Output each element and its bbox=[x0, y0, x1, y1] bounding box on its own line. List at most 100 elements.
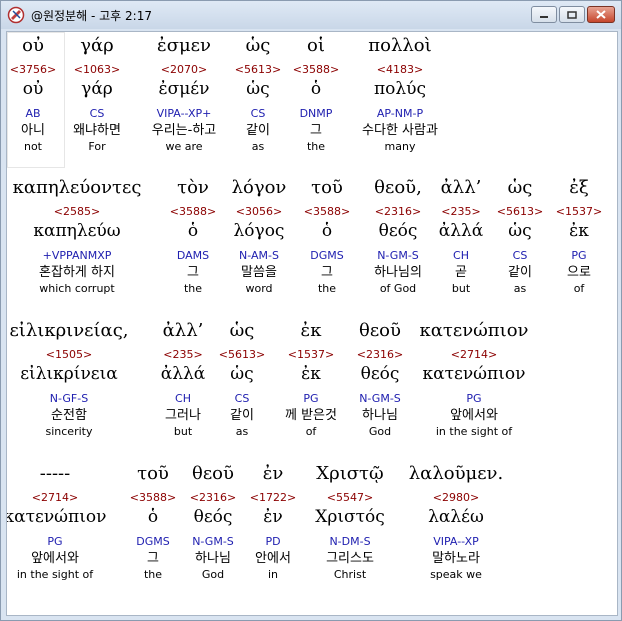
word-cell[interactable]: τοῦ <3588> ὁ DGMS 그 the bbox=[123, 462, 183, 582]
morph-code: CS bbox=[512, 249, 528, 262]
korean-gloss: 안에서 bbox=[255, 551, 291, 566]
greek-word: ἀλλ’ bbox=[440, 177, 482, 198]
lemma: ὁ bbox=[321, 221, 333, 241]
lemma: λόγος bbox=[233, 221, 285, 241]
strongs-number: <1537> bbox=[555, 205, 603, 218]
word-cell[interactable]: τὸν <3588> ὁ DAMS 그 the bbox=[163, 176, 223, 296]
word-cell[interactable]: οἱ <3588> ὁ DNMP 그 the bbox=[286, 34, 346, 154]
korean-gloss: 그러나 bbox=[165, 408, 201, 423]
strongs-number: <235> bbox=[163, 348, 203, 361]
lemma: ὁ bbox=[310, 79, 322, 99]
lemma: πολύς bbox=[373, 79, 427, 99]
close-icon bbox=[596, 10, 606, 19]
greek-word: ἐξ bbox=[569, 177, 589, 198]
morph-code: PG bbox=[571, 249, 587, 262]
english-gloss: in bbox=[267, 568, 279, 581]
greek-word: θεοῦ bbox=[192, 463, 234, 484]
korean-gloss: 그 bbox=[321, 265, 333, 280]
word-cell[interactable]: ὡς <5613> ὡς CS 같이 as bbox=[490, 176, 550, 296]
minimize-button[interactable] bbox=[531, 6, 557, 23]
english-gloss: God bbox=[201, 568, 225, 581]
morph-code: CS bbox=[89, 107, 105, 120]
morph-code: N-AM-S bbox=[239, 249, 279, 262]
word-cell[interactable]: ἐν <1722> ἐν PD 안에서 in bbox=[243, 462, 303, 582]
strongs-number: <5547> bbox=[326, 491, 374, 504]
maximize-icon bbox=[567, 10, 577, 19]
lemma: Χριστός bbox=[315, 507, 385, 527]
morph-code: DGMS bbox=[310, 249, 344, 262]
word-cell[interactable]: ἐσμεν <2070> ἐσμέν VIPA--XP+ 우리는-하고 we are bbox=[134, 34, 234, 154]
window-title: @원정분해 - 고후 2:17 bbox=[31, 8, 152, 23]
english-gloss: of God bbox=[379, 282, 417, 295]
word-cell[interactable]: οὐ <3756> οὐ AB 아니 not bbox=[7, 34, 61, 154]
morph-code: CH bbox=[175, 392, 191, 405]
word-cell[interactable]: ἀλλ’ <235> ἀλλά CH 곧 but bbox=[431, 176, 491, 296]
lemma: ἀλλά bbox=[160, 364, 206, 384]
lemma: ἀλλά bbox=[438, 221, 484, 241]
lemma: ὡς bbox=[230, 364, 254, 384]
title-bar[interactable]: @원정분해 - 고후 2:17 bbox=[1, 1, 621, 29]
korean-gloss: 그 bbox=[187, 265, 199, 280]
strongs-number: <3756> bbox=[9, 63, 57, 76]
lemma: οὐ bbox=[22, 79, 44, 99]
word-cell[interactable]: λαλοῦμεν. <2980> λαλέω VIPA--XP 말하노라 speak we bbox=[401, 462, 511, 582]
close-button[interactable] bbox=[587, 6, 615, 23]
word-cell[interactable]: θεοῦ, <2316> θεός N-GM-S 하나님의 of God bbox=[358, 176, 438, 296]
korean-gloss: 순전함 bbox=[51, 408, 87, 423]
word-cell[interactable]: εἰλικρινείας, <1505> εἰλικρίνεια N-GF-S 순전함 s… bbox=[7, 319, 134, 439]
word-cell[interactable]: καπηλεύοντες <2585> καπηλεύω +VPPANMXP 혼잡하게 … bbox=[7, 176, 152, 296]
word-cell[interactable]: ἐκ <1537> ἐκ PG 께 받은것 of bbox=[271, 319, 351, 439]
lemma: εἰλικρίνεια bbox=[20, 364, 118, 384]
morph-code: CS bbox=[250, 107, 266, 120]
strongs-number: <2585> bbox=[53, 205, 101, 218]
app-window: @원정분해 - 고후 2:17 οὐ <3756> οὐ AB 아니 not γάρ <106… bbox=[0, 0, 622, 621]
greek-word: οὐ bbox=[22, 35, 44, 56]
word-cell[interactable]: ἀλλ’ <235> ἀλλά CH 그러나 but bbox=[148, 319, 218, 439]
morph-code: VIPA--XP bbox=[433, 535, 479, 548]
maximize-button[interactable] bbox=[559, 6, 585, 23]
strongs-number: <5613> bbox=[218, 348, 266, 361]
word-cell[interactable]: ----- <2714> κατενώπιον PG 앞에서와 in the sight … bbox=[6, 462, 110, 582]
english-gloss: the bbox=[143, 568, 163, 581]
morph-code: N-DM-S bbox=[329, 535, 371, 548]
word-cell[interactable]: ὡς <5613> ὡς CS 같이 as bbox=[228, 34, 288, 154]
word-cell[interactable]: Χριστῷ <5547> Χριστός N-DM-S 그리스도 Christ bbox=[305, 462, 395, 582]
strongs-number: <2070> bbox=[160, 63, 208, 76]
english-gloss: speak we bbox=[430, 568, 482, 581]
korean-gloss: 하나님의 bbox=[374, 265, 422, 280]
strongs-number: <3056> bbox=[235, 205, 283, 218]
word-cell[interactable]: γάρ <1063> γάρ CS 왜냐하면 For bbox=[57, 34, 137, 154]
word-cell[interactable]: τοῦ <3588> ὁ DGMS 그 the bbox=[297, 176, 357, 296]
strongs-number: <2316> bbox=[374, 205, 422, 218]
strongs-number: <1537> bbox=[287, 348, 335, 361]
korean-gloss: 아니 bbox=[21, 123, 45, 138]
greek-word: τοῦ bbox=[137, 463, 169, 484]
morph-code: DNMP bbox=[299, 107, 333, 120]
word-cell[interactable]: θεοῦ <2316> θεός N-GM-S 하나님 God bbox=[178, 462, 248, 582]
strongs-number: <4183> bbox=[376, 63, 424, 76]
strongs-number: <2316> bbox=[189, 491, 237, 504]
word-cell[interactable]: πολλοὶ <4183> πολύς AP-NM-P 수다한 사람과 many bbox=[340, 34, 460, 154]
lemma: ἐκ bbox=[301, 364, 321, 384]
greek-word: Χριστῷ bbox=[316, 463, 384, 484]
word-cell[interactable]: ὡς <5613> ὡς CS 같이 as bbox=[212, 319, 272, 439]
strongs-number: <5613> bbox=[496, 205, 544, 218]
word-cell[interactable]: ἐξ <1537> ἐκ PG 으로 of bbox=[554, 176, 604, 296]
korean-gloss: 같이 bbox=[508, 265, 532, 280]
morph-code: PG bbox=[303, 392, 319, 405]
korean-gloss: 혼잡하게 하지 bbox=[39, 265, 115, 280]
greek-word: τοῦ bbox=[311, 177, 343, 198]
morph-code: N-GM-S bbox=[377, 249, 419, 262]
lemma: κατενώπιον bbox=[6, 507, 107, 527]
greek-word: λόγον bbox=[231, 177, 287, 198]
korean-gloss: 으로 bbox=[567, 265, 591, 280]
interlinear-view[interactable]: οὐ <3756> οὐ AB 아니 not γάρ <1063> γάρ CS 왜냐하면 For ἐσ… bbox=[6, 31, 618, 616]
lemma: ἐκ bbox=[569, 221, 589, 241]
korean-gloss: 말하노라 bbox=[432, 551, 480, 566]
word-cell[interactable]: λόγον <3056> λόγος N-AM-S 말씀을 word bbox=[224, 176, 294, 296]
greek-word: οἱ bbox=[307, 35, 325, 56]
word-cell[interactable]: κατενώπιον <2714> κατενώπιον PG 앞에서와 in the s… bbox=[404, 319, 544, 439]
korean-gloss: 앞에서와 bbox=[450, 408, 498, 423]
korean-gloss: 그 bbox=[310, 123, 322, 138]
korean-gloss: 같이 bbox=[230, 408, 254, 423]
